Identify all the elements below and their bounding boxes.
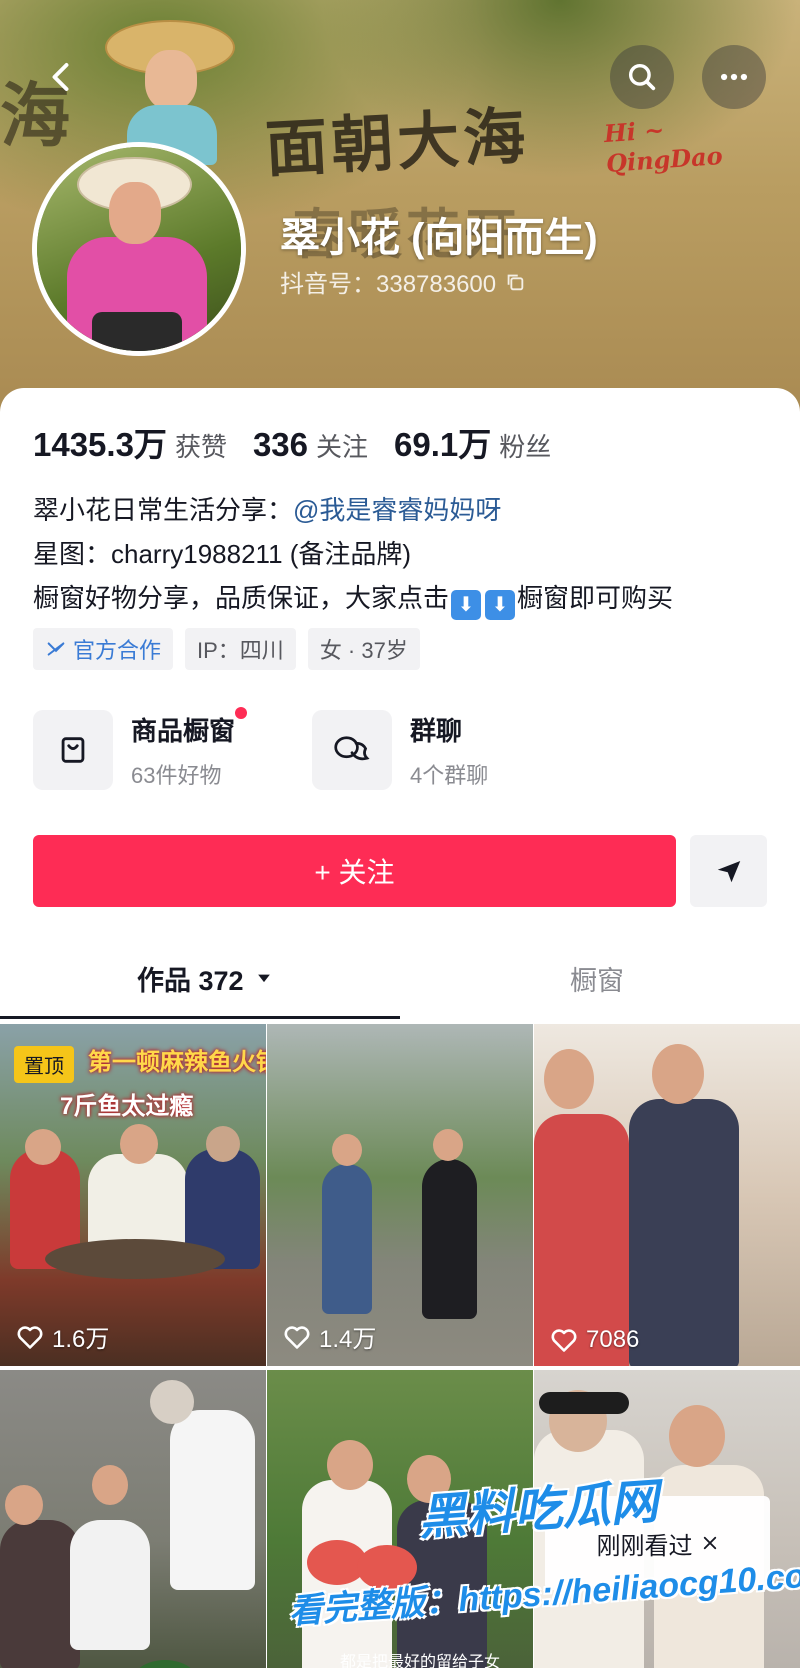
heart-icon	[551, 1329, 577, 1352]
profile-tags: 官方合作 IP：四川 女 · 37岁	[33, 628, 420, 670]
followers-count[interactable]: 69.1万	[394, 418, 491, 466]
bio-line-1: 翠小花日常生活分享：@我是睿睿妈妈呀	[33, 488, 673, 532]
like-count: 7086	[550, 1326, 639, 1354]
back-button[interactable]	[30, 45, 94, 109]
bio: 翠小花日常生活分享：@我是睿睿妈妈呀 星图：charry1988211 (备注品…	[33, 488, 673, 620]
douyin-id[interactable]: 抖音号：338783600	[280, 264, 526, 299]
down-arrow-emoji-icon: ⬇	[451, 590, 482, 620]
shop-window-entry[interactable]: 商品橱窗 63件好物	[33, 706, 248, 790]
profile-stats: 1435.3万 获赞 336 关注 69.1万 粉丝	[33, 418, 577, 466]
heart-icon	[17, 1325, 43, 1349]
like-count: 1.6万	[16, 1319, 109, 1354]
group-entry-icon-box	[312, 710, 392, 790]
like-count-text: 1.6万	[52, 1326, 110, 1353]
group-entry-title: 群聊	[410, 715, 463, 746]
douyin-id-text: 抖音号：338783600	[280, 271, 497, 298]
bio-mention-link[interactable]: @我是睿睿妈妈呀	[293, 495, 501, 525]
tab-works-label: 作品 372	[137, 965, 244, 996]
cover-caption-title: 第一顿麻辣鱼火锅	[88, 1049, 266, 1076]
bio-line-3-suffix: 橱窗即可购买	[517, 583, 674, 613]
caret-down-icon[interactable]	[254, 968, 274, 988]
banner-calligraphy-line1: 面朝大海	[263, 99, 532, 186]
banner-hi-qingdao: Hi ~ QingDao	[603, 111, 724, 179]
group-chat-entry[interactable]: 群聊 4个群聊	[312, 710, 488, 790]
shop-entry-title-text: 商品橱窗	[131, 715, 236, 746]
tag-ip: IP：四川	[185, 628, 296, 670]
shop-entry-count: 63件好物	[131, 762, 222, 788]
followers-label[interactable]: 粉丝	[499, 427, 551, 464]
group-chat-icon	[334, 736, 370, 761]
tab-shop-window[interactable]: 橱窗	[570, 948, 624, 1008]
copy-icon[interactable]	[504, 271, 526, 293]
share-button[interactable]	[690, 835, 767, 907]
down-arrow-emoji-icon: ⬇	[485, 590, 516, 620]
following-label[interactable]: 关注	[316, 427, 368, 464]
cover-caption: 都是把最好的留给子女	[340, 1654, 501, 1668]
bio-line-1-text: 翠小花日常生活分享：	[33, 495, 294, 525]
notification-dot	[235, 706, 248, 719]
video-thumbnail[interactable]: 1.4万	[267, 1024, 533, 1366]
video-thumbnail[interactable]: 7086	[534, 1024, 800, 1366]
profile-card: 1435.3万 获赞 336 关注 69.1万 粉丝 翠小花日常生活分享：@我是…	[0, 388, 800, 1668]
more-dots-icon	[720, 73, 748, 81]
like-count-text: 7086	[586, 1326, 640, 1353]
tag-gender-age: 女 · 37岁	[307, 628, 420, 670]
tab-works[interactable]: 作品 372	[137, 948, 274, 1008]
avatar[interactable]	[32, 142, 246, 356]
shop-entry-title: 商品橱窗	[131, 706, 248, 748]
shopping-bag-icon	[61, 737, 85, 763]
group-entry-count: 4个群聊	[410, 762, 489, 788]
more-button[interactable]	[702, 45, 766, 109]
cover-caption-subtitle: 7斤鱼太过瘾	[60, 1093, 194, 1120]
like-count: 1.4万	[283, 1319, 376, 1354]
video-thumbnail[interactable]	[0, 1370, 266, 1668]
heart-icon	[284, 1325, 310, 1349]
tag-official-label: 官方合作	[73, 638, 162, 663]
likes-count: 1435.3万	[33, 426, 167, 463]
like-count-text: 1.4万	[319, 1326, 377, 1353]
follow-button[interactable]: + 关注	[33, 835, 676, 907]
send-icon	[717, 861, 740, 883]
tab-active-underline	[0, 1016, 400, 1019]
bio-line-3-prefix: 橱窗好物分享，品质保证，大家点击	[33, 583, 450, 613]
profile-banner: 海 面朝大海 春暖花开 Hi ~ QingDao 翠小花 (向阳而生) 抖音号：…	[0, 0, 800, 420]
close-icon[interactable]	[701, 1534, 719, 1552]
following-count[interactable]: 336	[253, 426, 308, 464]
official-partner-icon	[47, 642, 65, 656]
likes-label: 获赞	[174, 432, 227, 462]
content-tabs: 作品 372 橱窗	[0, 948, 800, 1008]
search-button[interactable]	[610, 45, 674, 109]
nickname: 翠小花 (向阳而生)	[280, 216, 598, 260]
search-icon	[628, 63, 656, 91]
tag-official-partner[interactable]: 官方合作	[33, 628, 174, 670]
chevron-left-icon	[52, 63, 69, 91]
video-thumbnail[interactable]: 置顶 第一顿麻辣鱼火锅 7斤鱼太过瘾 1.6万	[0, 1024, 266, 1366]
shop-entry-icon-box	[33, 710, 113, 790]
bio-line-3: 橱窗好物分享，品质保证，大家点击 ⬇ ⬇ 橱窗即可购买	[33, 576, 673, 620]
bio-line-2: 星图：charry1988211 (备注品牌)	[33, 539, 412, 569]
pinned-badge: 置顶	[14, 1046, 74, 1083]
